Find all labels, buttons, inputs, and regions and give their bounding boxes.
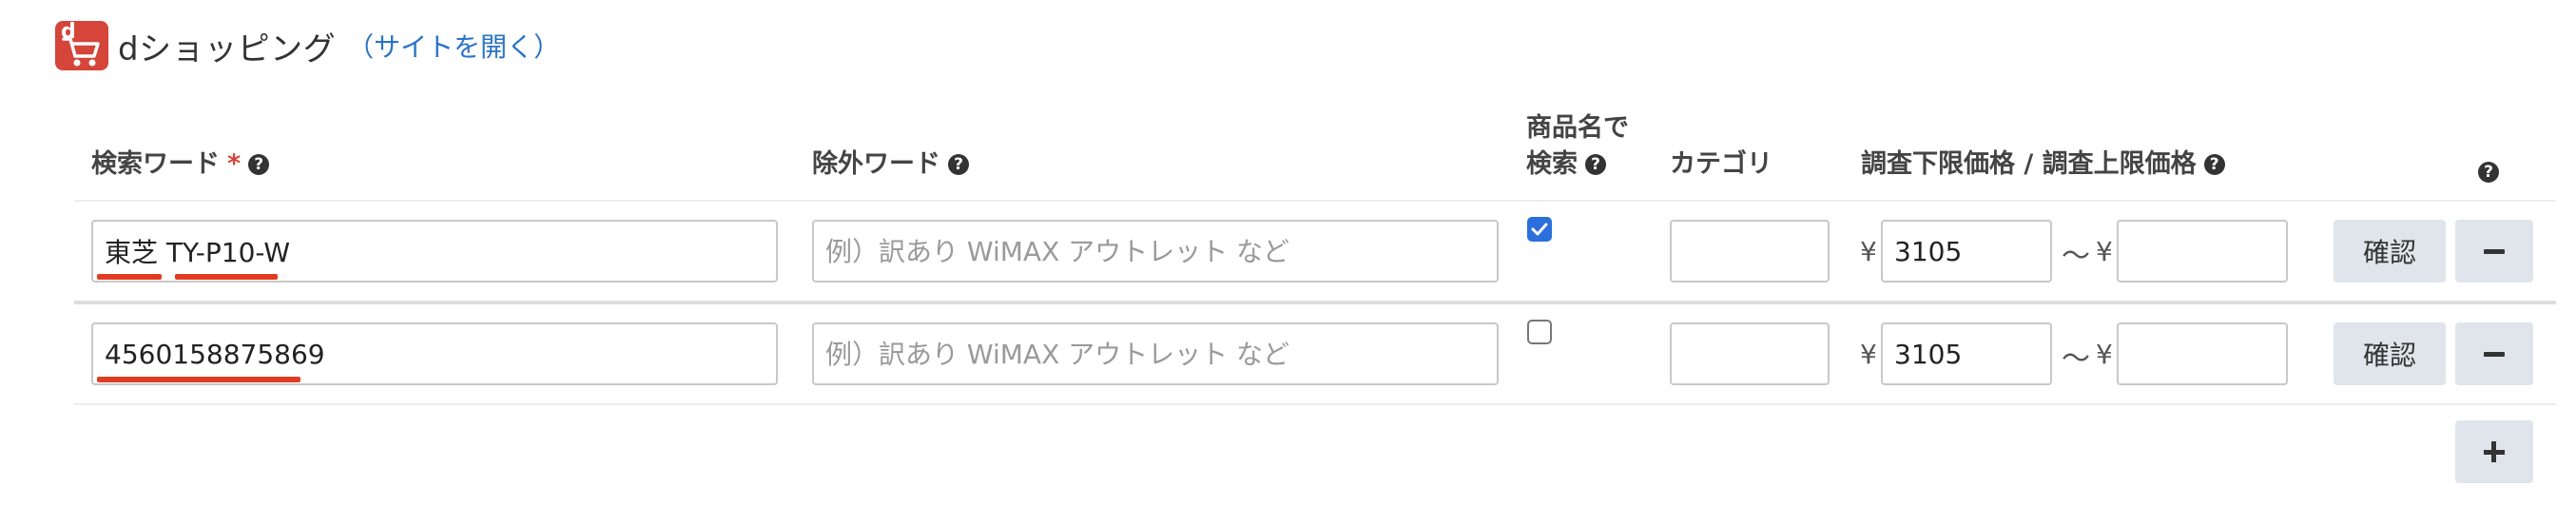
table-header: 検索ワード * ? 除外ワード ? 商品名で 検索 ? カテゴリ 調査下限価格 … bbox=[74, 95, 2556, 202]
name-search-checkbox[interactable] bbox=[1527, 320, 1552, 344]
required-mark: * bbox=[227, 149, 242, 179]
yen-symbol: ¥ bbox=[1860, 339, 1877, 370]
price-max-input[interactable] bbox=[2117, 322, 2288, 385]
yen-symbol: ¥ bbox=[2096, 236, 2113, 267]
add-row-button[interactable] bbox=[2455, 420, 2533, 483]
name-search-header-line2: 検索 bbox=[1526, 149, 1578, 179]
column-actions: ? bbox=[2470, 162, 2499, 183]
name-search-header-line1: 商品名で bbox=[1526, 113, 1629, 143]
price-max-input[interactable] bbox=[2117, 220, 2288, 283]
remove-row-button[interactable] bbox=[2455, 322, 2533, 385]
range-tilde: 〜 bbox=[2062, 342, 2090, 376]
category-input[interactable] bbox=[1670, 220, 1830, 283]
remove-row-button[interactable] bbox=[2455, 220, 2533, 283]
confirm-button[interactable]: 確認 bbox=[2334, 220, 2446, 283]
yen-symbol: ¥ bbox=[2096, 339, 2113, 370]
minus-icon bbox=[2484, 351, 2505, 357]
name-search-checkbox[interactable] bbox=[1527, 217, 1552, 242]
confirm-button[interactable]: 確認 bbox=[2334, 322, 2446, 385]
column-exclude: 除外ワード ? bbox=[812, 146, 969, 183]
category-header-label: カテゴリ bbox=[1670, 149, 1772, 179]
table-row: ¥ 〜 ¥ 確認 bbox=[74, 304, 2556, 405]
add-row-area bbox=[74, 405, 2556, 500]
price-header-label: 調査下限価格 / 調査上限価格 bbox=[1861, 149, 2197, 179]
spellcheck-underline bbox=[97, 377, 300, 382]
minus-icon bbox=[2484, 248, 2505, 254]
spellcheck-underline bbox=[97, 274, 162, 280]
shop-header: d dショッピング （サイトを開く） bbox=[55, 19, 560, 72]
column-category: カテゴリ bbox=[1670, 146, 1772, 183]
exclude-input[interactable] bbox=[812, 220, 1499, 283]
price-min-input[interactable] bbox=[1881, 322, 2052, 385]
column-keyword: 検索ワード * ? bbox=[91, 146, 270, 183]
exclude-input[interactable] bbox=[812, 322, 1499, 385]
keyword-header-label: 検索ワード bbox=[91, 149, 220, 179]
question-circle-icon[interactable]: ? bbox=[248, 154, 270, 175]
range-tilde: 〜 bbox=[2062, 240, 2090, 273]
table-row: ¥ 〜 ¥ 確認 bbox=[74, 202, 2556, 304]
search-settings-table: 検索ワード * ? 除外ワード ? 商品名で 検索 ? カテゴリ 調査下限価格 … bbox=[74, 95, 2556, 500]
spellcheck-underline bbox=[175, 274, 278, 280]
site-title: dショッピング bbox=[118, 29, 337, 68]
category-input[interactable] bbox=[1670, 322, 1830, 385]
open-site-link[interactable]: （サイトを開く） bbox=[347, 27, 560, 65]
question-circle-icon[interactable]: ? bbox=[948, 154, 969, 175]
question-circle-icon[interactable]: ? bbox=[2203, 154, 2225, 175]
question-circle-icon[interactable]: ? bbox=[1585, 154, 1606, 175]
yen-symbol: ¥ bbox=[1860, 236, 1877, 267]
column-name-search: 商品名で 検索 ? bbox=[1526, 110, 1629, 183]
price-min-input[interactable] bbox=[1881, 220, 2052, 283]
question-circle-icon[interactable]: ? bbox=[2478, 162, 2499, 183]
column-price: 調査下限価格 / 調査上限価格 ? bbox=[1861, 146, 2225, 183]
plus-icon bbox=[2484, 441, 2505, 462]
exclude-header-label: 除外ワード bbox=[812, 149, 940, 179]
cart-icon: d bbox=[55, 21, 108, 70]
